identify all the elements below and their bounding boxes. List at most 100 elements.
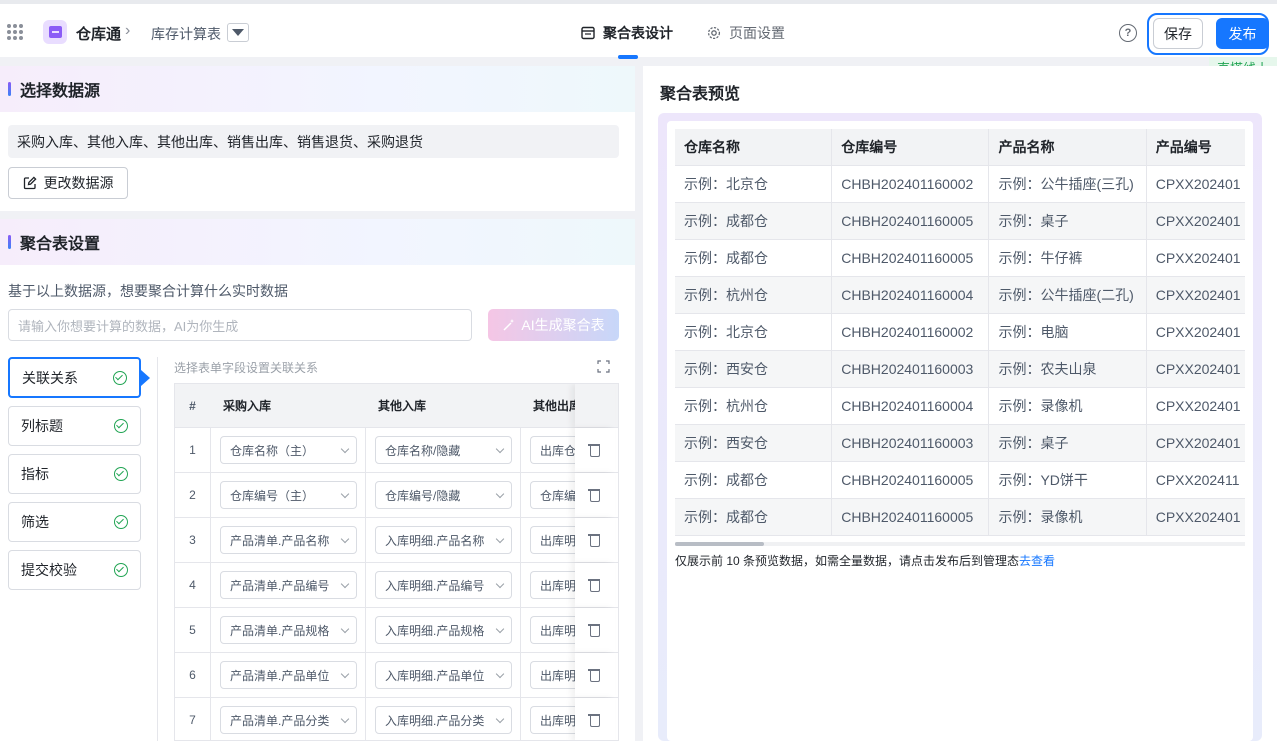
field-select[interactable]: 出库明细 xyxy=(530,526,575,554)
field-select[interactable]: 出库明细 xyxy=(530,706,575,734)
chevron-down-icon xyxy=(495,714,505,723)
table-row: 示例：北京仓 CHBH202401160002 示例：电脑 CPXX202401 xyxy=(675,314,1245,351)
step-filters[interactable]: 筛选 xyxy=(8,502,141,542)
step-label: 提交校验 xyxy=(21,562,77,578)
table-icon xyxy=(581,26,595,40)
horizontal-scrollbar[interactable] xyxy=(675,542,1245,546)
cell: CPXX202401 xyxy=(1155,176,1241,192)
select-value: 产品清单.产品规格 xyxy=(230,623,330,638)
field-select[interactable]: 出库明细 xyxy=(530,571,575,599)
row-index: 7 xyxy=(189,713,196,727)
field-select[interactable]: 产品清单.产品单位 xyxy=(220,661,357,689)
help-icon[interactable]: ? xyxy=(1119,24,1137,42)
app-name[interactable]: 仓库通 xyxy=(76,23,121,44)
select-value: 仓库名称（主） xyxy=(230,443,315,458)
row-index: 3 xyxy=(189,533,196,547)
row-index: 1 xyxy=(189,443,196,457)
save-button[interactable]: 保存 xyxy=(1153,18,1203,49)
trash-icon[interactable] xyxy=(588,713,601,727)
field-select[interactable]: 仓库编号 xyxy=(530,481,575,509)
expand-icon[interactable] xyxy=(597,360,610,373)
field-select[interactable]: 出库仓库 xyxy=(530,436,575,464)
cell: CHBH202401160004 xyxy=(832,388,990,424)
scrollbar-thumb[interactable] xyxy=(675,542,764,546)
select-value: 产品清单.产品单位 xyxy=(230,668,330,683)
cell: 产品清单.产品名称 xyxy=(210,518,365,562)
select-value: 出库明细 xyxy=(540,533,575,548)
field-select[interactable]: 入库明细.产品编号 xyxy=(375,571,512,599)
field-select[interactable]: 入库明细.产品分类 xyxy=(375,706,512,734)
trash-icon[interactable] xyxy=(588,578,601,592)
cell: CHBH202401160005 xyxy=(832,203,990,239)
column-header: 其他出库 xyxy=(533,399,575,413)
cell: 仓库编号 xyxy=(520,473,575,517)
field-select[interactable]: 入库明细.产品规格 xyxy=(375,616,512,644)
table-row: 示例：杭州仓 CHBH202401160004 示例：公牛插座(二孔) CPXX202… xyxy=(675,277,1245,314)
ai-generate-button[interactable]: AI生成聚合表 xyxy=(488,309,619,341)
tab-page-settings[interactable]: 页面设置 xyxy=(707,23,785,43)
cell: 示例：牛仔裤 xyxy=(989,240,1147,276)
trash-icon[interactable] xyxy=(588,623,601,637)
chevron-down-icon xyxy=(340,489,350,498)
step-metrics[interactable]: 指标 xyxy=(8,454,141,494)
view-link[interactable]: 去查看 xyxy=(1019,554,1055,568)
cell: 示例：桌子 xyxy=(989,203,1147,239)
aggregate-header: 聚合表设置 xyxy=(0,219,635,265)
field-select[interactable]: 出库明细 xyxy=(530,616,575,644)
chevron-down-icon xyxy=(495,669,505,678)
table-row: 2 仓库编号（主） 仓库编号/隐藏 仓库编号 xyxy=(175,472,618,517)
trash-icon[interactable] xyxy=(588,443,601,457)
step-validation[interactable]: 提交校验 xyxy=(8,550,141,590)
field-select[interactable]: 仓库编号/隐藏 xyxy=(375,481,512,509)
check-circle-icon xyxy=(114,467,128,481)
cell: 示例：杭州仓 xyxy=(675,388,833,424)
cell: 示例：电脑 xyxy=(989,314,1147,350)
chevron-down-icon xyxy=(340,444,350,453)
tab-design[interactable]: 聚合表设计 xyxy=(581,23,673,43)
field-select[interactable]: 产品清单.产品规格 xyxy=(220,616,357,644)
chevron-down-icon xyxy=(340,669,350,678)
cell: 示例：成都仓 xyxy=(675,240,833,276)
cell: CHBH202401160002 xyxy=(832,314,990,350)
section-marker xyxy=(8,235,11,249)
cell: CPXX202401 xyxy=(1155,509,1241,525)
field-select[interactable]: 入库明细.产品名称 xyxy=(375,526,512,554)
caret-down-icon[interactable] xyxy=(227,23,249,42)
step-column-titles[interactable]: 列标题 xyxy=(8,406,141,446)
aggregate-panel: 聚合表设置 基于以上数据源，想要聚合计算什么实时数据 请输入你想要计算的数据，A… xyxy=(0,219,635,741)
breadcrumb-current[interactable]: 库存计算表 xyxy=(151,24,221,44)
row-index: 5 xyxy=(189,623,196,637)
step-relations[interactable]: 关联关系 xyxy=(8,357,150,398)
cell: 示例：杭州仓 xyxy=(675,277,833,313)
select-value: 出库仓库 xyxy=(540,443,575,458)
cell: CHBH202401160003 xyxy=(832,351,990,387)
field-select[interactable]: 仓库名称（主） xyxy=(220,436,357,464)
trash-icon[interactable] xyxy=(588,488,601,502)
trash-icon[interactable] xyxy=(588,533,601,547)
field-select[interactable]: 产品清单.产品编号 xyxy=(220,571,357,599)
field-select[interactable]: 入库明细.产品单位 xyxy=(375,661,512,689)
cell: 仓库编号/隐藏 xyxy=(365,473,520,517)
cell: 出库明细 xyxy=(520,563,575,607)
tab-design-label: 聚合表设计 xyxy=(603,25,673,41)
publish-button[interactable]: 发布 xyxy=(1216,18,1269,49)
chevron-down-icon xyxy=(495,624,505,633)
field-select[interactable]: 仓库编号（主） xyxy=(220,481,357,509)
app-grid-icon[interactable] xyxy=(7,24,23,40)
select-value: 出库明细 xyxy=(540,713,575,728)
field-select[interactable]: 产品清单.产品分类 xyxy=(220,706,357,734)
cell: 出库明细 xyxy=(520,698,575,740)
cell: 产品清单.产品分类 xyxy=(210,698,365,740)
cell: CPXX202401 xyxy=(1155,435,1241,451)
table-row: 示例：西安仓 CHBH202401160003 示例：农夫山泉 CPXX202401 xyxy=(675,351,1245,388)
field-select[interactable]: 产品清单.产品名称 xyxy=(220,526,357,554)
step-label: 指标 xyxy=(21,466,49,482)
cell: 示例：西安仓 xyxy=(675,425,833,461)
field-select[interactable]: 仓库名称/隐藏 xyxy=(375,436,512,464)
field-select[interactable]: 出库明细 xyxy=(530,661,575,689)
ai-prompt-input[interactable]: 请输入你想要计算的数据，AI为你生成 xyxy=(8,309,472,341)
cell: CHBH202401160003 xyxy=(832,425,990,461)
table-row: 5 产品清单.产品规格 入库明细.产品规格 出库明细 xyxy=(175,607,618,652)
trash-icon[interactable] xyxy=(588,668,601,682)
change-datasource-button[interactable]: 更改数据源 xyxy=(8,167,128,199)
